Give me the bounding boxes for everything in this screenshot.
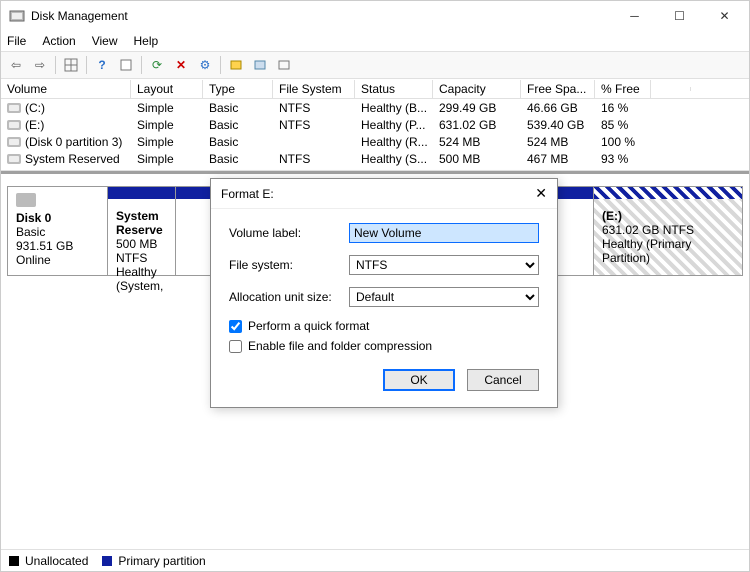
part-title: (E:) bbox=[602, 209, 622, 223]
format-dialog: Format E: ✕ Volume label: File system: N… bbox=[210, 178, 558, 408]
cancel-button[interactable]: Cancel bbox=[467, 369, 539, 391]
col-pct[interactable]: % Free bbox=[595, 80, 651, 98]
col-status[interactable]: Status bbox=[355, 80, 433, 98]
app-icon bbox=[9, 8, 25, 24]
action3-icon[interactable] bbox=[273, 54, 295, 76]
toolbar: ⇦ ⇨ ? ⟳ ✕ ⚙ bbox=[1, 51, 749, 79]
disk-name: Disk 0 bbox=[16, 211, 99, 225]
dialog-close-icon[interactable]: ✕ bbox=[517, 185, 547, 202]
col-layout[interactable]: Layout bbox=[131, 80, 203, 98]
col-spacer bbox=[651, 87, 691, 91]
allocation-unit-select[interactable]: Default bbox=[349, 287, 539, 307]
grid-icon[interactable] bbox=[60, 54, 82, 76]
volume-list: Volume Layout Type File System Status Ca… bbox=[1, 79, 749, 171]
allocation-unit-label: Allocation unit size: bbox=[229, 290, 349, 304]
help-icon[interactable]: ? bbox=[91, 54, 113, 76]
forward-icon[interactable]: ⇨ bbox=[29, 54, 51, 76]
table-row[interactable]: (Disk 0 partition 3)SimpleBasicHealthy (… bbox=[1, 133, 749, 150]
disk-type: Basic bbox=[16, 225, 99, 239]
window-title: Disk Management bbox=[31, 9, 612, 23]
legend: Unallocated Primary partition bbox=[1, 549, 749, 571]
volume-label-input[interactable] bbox=[349, 223, 539, 243]
col-type[interactable]: Type bbox=[203, 80, 273, 98]
part-line3: Healthy (Primary Partition) bbox=[602, 237, 691, 265]
close-button[interactable]: ✕ bbox=[702, 2, 747, 30]
legend-primary: Primary partition bbox=[118, 554, 205, 568]
file-system-select[interactable]: NTFS bbox=[349, 255, 539, 275]
disk-icon bbox=[16, 193, 36, 207]
part-line2: 500 MB NTFS bbox=[116, 237, 157, 265]
legend-unalloc: Unallocated bbox=[25, 554, 88, 568]
compression-label: Enable file and folder compression bbox=[248, 339, 432, 353]
table-row[interactable]: (E:)SimpleBasicNTFSHealthy (P...631.02 G… bbox=[1, 116, 749, 133]
action2-icon[interactable] bbox=[249, 54, 271, 76]
part-line3: Healthy (System, bbox=[116, 265, 163, 293]
back-icon[interactable]: ⇦ bbox=[5, 54, 27, 76]
menu-action[interactable]: Action bbox=[42, 34, 75, 48]
part-line2: 631.02 GB NTFS bbox=[602, 223, 694, 237]
action1-icon[interactable] bbox=[225, 54, 247, 76]
menu-view[interactable]: View bbox=[92, 34, 118, 48]
table-header: Volume Layout Type File System Status Ca… bbox=[1, 79, 749, 99]
menu-bar: File Action View Help bbox=[1, 31, 749, 51]
partition-system-reserved[interactable]: System Reserve 500 MB NTFS Healthy (Syst… bbox=[108, 187, 176, 275]
maximize-button[interactable]: ☐ bbox=[657, 2, 702, 30]
dialog-title: Format E: bbox=[221, 187, 517, 201]
quick-format-label: Perform a quick format bbox=[248, 319, 369, 333]
dialog-titlebar: Format E: ✕ bbox=[211, 179, 557, 209]
minimize-button[interactable]: ─ bbox=[612, 2, 657, 30]
table-row[interactable]: System ReservedSimpleBasicNTFSHealthy (S… bbox=[1, 150, 749, 167]
volume-label-label: Volume label: bbox=[229, 226, 349, 240]
file-system-label: File system: bbox=[229, 258, 349, 272]
part-title: System Reserve bbox=[116, 209, 163, 237]
title-bar: Disk Management ─ ☐ ✕ bbox=[1, 1, 749, 31]
quick-format-row[interactable]: Perform a quick format bbox=[229, 319, 539, 333]
col-volume[interactable]: Volume bbox=[1, 80, 131, 98]
refresh-icon[interactable]: ⟳ bbox=[146, 54, 168, 76]
col-free[interactable]: Free Spa... bbox=[521, 80, 595, 98]
menu-file[interactable]: File bbox=[7, 34, 26, 48]
disk-label[interactable]: Disk 0 Basic 931.51 GB Online bbox=[7, 186, 107, 276]
ok-button[interactable]: OK bbox=[383, 369, 455, 391]
col-capacity[interactable]: Capacity bbox=[433, 80, 521, 98]
table-row[interactable]: (C:)SimpleBasicNTFSHealthy (B...299.49 G… bbox=[1, 99, 749, 116]
compression-row[interactable]: Enable file and folder compression bbox=[229, 339, 539, 353]
disk-state: Online bbox=[16, 253, 99, 267]
menu-help[interactable]: Help bbox=[134, 34, 159, 48]
col-fs[interactable]: File System bbox=[273, 80, 355, 98]
properties-icon[interactable] bbox=[115, 54, 137, 76]
compression-checkbox[interactable] bbox=[229, 340, 242, 353]
partition-e[interactable]: (E:) 631.02 GB NTFS Healthy (Primary Par… bbox=[594, 187, 742, 275]
delete-icon[interactable]: ✕ bbox=[170, 54, 192, 76]
quick-format-checkbox[interactable] bbox=[229, 320, 242, 333]
disk-size: 931.51 GB bbox=[16, 239, 99, 253]
legend-primary-swatch bbox=[102, 556, 112, 566]
settings-icon[interactable]: ⚙ bbox=[194, 54, 216, 76]
legend-unalloc-swatch bbox=[9, 556, 19, 566]
